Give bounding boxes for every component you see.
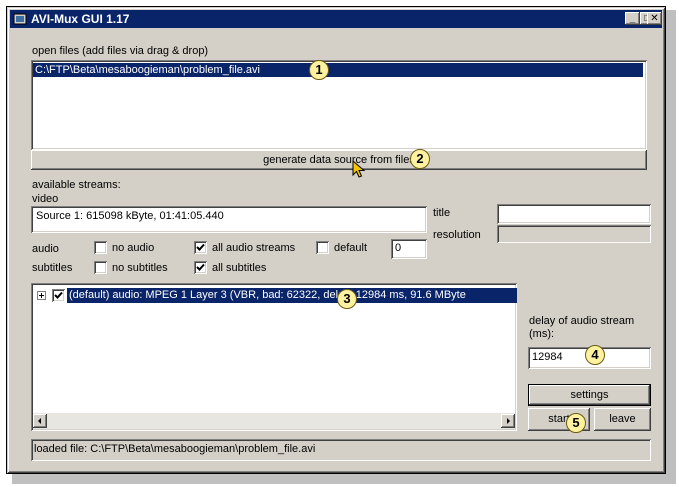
default-index-value: 0 — [395, 242, 402, 254]
callout-badge: 5 — [566, 413, 586, 433]
arrow-left-icon — [38, 418, 41, 424]
delay-label-unit: (ms): — [529, 328, 555, 340]
settings-button[interactable]: settings — [528, 384, 651, 406]
callout-badge: 4 — [585, 345, 605, 365]
open-files-list[interactable]: C:\FTP\Beta\mesaboogieman\problem_file.a… — [31, 60, 647, 150]
video-label: video — [32, 193, 59, 205]
available-streams-label: available streams: — [32, 179, 121, 191]
resolution-field — [497, 225, 651, 243]
delay-value: 12984 — [532, 351, 563, 363]
leave-button[interactable]: leave — [594, 408, 651, 431]
minimize-icon: _ — [629, 13, 636, 24]
window-title: AVI-Mux GUI 1.17 — [31, 12, 130, 26]
file-path: C:\FTP\Beta\mesaboogieman\problem_file.a… — [35, 64, 260, 76]
expand-icon[interactable] — [37, 291, 46, 300]
status-bar: loaded file: C:\FTP\Beta\mesaboogieman\p… — [31, 439, 651, 461]
default-index-input[interactable]: 0 — [391, 239, 427, 259]
callout-badge: 2 — [410, 149, 430, 169]
status-text: loaded file: C:\FTP\Beta\mesaboogieman\p… — [34, 443, 316, 455]
tree-item-audio[interactable]: (default) audio: MPEG 1 Layer 3 (VBR, ba… — [67, 288, 517, 303]
mouse-cursor-icon — [352, 160, 366, 178]
checkmark-icon — [196, 243, 205, 251]
streams-tree[interactable]: (default) audio: MPEG 1 Layer 3 (VBR, ba… — [31, 283, 517, 431]
checkmark-icon — [54, 291, 63, 299]
settings-button-label: settings — [570, 389, 609, 401]
leave-button-label: leave — [609, 413, 636, 425]
stream-checkbox[interactable] — [52, 289, 65, 302]
video-source-value: Source 1: 615098 kByte, 01:41:05.440 — [36, 210, 224, 222]
open-files-label: open files (add files via drag & drop) — [32, 45, 209, 57]
list-item[interactable]: C:\FTP\Beta\mesaboogieman\problem_file.a… — [33, 63, 643, 77]
close-icon: ✕ — [650, 13, 659, 24]
close-button[interactable]: ✕ — [647, 12, 662, 25]
all-subtitles-label: all subtitles — [212, 262, 267, 274]
delay-label: delay of audio stream — [529, 315, 635, 327]
checkmark-icon — [196, 263, 205, 271]
title-bar[interactable]: AVI-Mux GUI 1.17 _ □ — [10, 10, 662, 28]
no-subtitles-label: no subtitles — [112, 262, 168, 274]
default-checkbox[interactable] — [316, 241, 329, 254]
subtitles-label: subtitles — [32, 262, 73, 274]
app-icon — [13, 13, 27, 25]
no-subtitles-checkbox[interactable] — [94, 261, 107, 274]
no-audio-checkbox[interactable] — [94, 241, 107, 254]
scroll-right-button[interactable] — [501, 414, 515, 428]
all-audio-streams-checkbox[interactable] — [194, 241, 207, 254]
all-subtitles-checkbox[interactable] — [194, 261, 207, 274]
title-label: title — [433, 207, 451, 219]
callout-badge: 1 — [309, 60, 329, 80]
audio-label: audio — [32, 243, 59, 255]
callout-badge: 3 — [337, 289, 357, 309]
default-label: default — [334, 242, 368, 254]
no-audio-label: no audio — [112, 242, 155, 254]
tree-item-label: (default) audio: MPEG 1 Layer 3 (VBR, ba… — [69, 289, 466, 301]
generate-button-label: generate data source from files — [263, 154, 415, 166]
title-input[interactable] — [497, 204, 651, 224]
video-source-field[interactable]: Source 1: 615098 kByte, 01:41:05.440 — [31, 206, 427, 233]
minimize-button[interactable]: _ — [625, 12, 640, 25]
horizontal-scrollbar[interactable] — [33, 413, 515, 429]
app-window: AVI-Mux GUI 1.17 _ □ ✕ open files (add f… — [6, 6, 666, 474]
arrow-right-icon — [507, 418, 510, 424]
generate-data-source-button[interactable]: generate data source from files — [31, 150, 647, 170]
resolution-label: resolution — [433, 229, 481, 241]
all-audio-streams-label: all audio streams — [212, 242, 296, 254]
scroll-left-button[interactable] — [33, 414, 47, 428]
